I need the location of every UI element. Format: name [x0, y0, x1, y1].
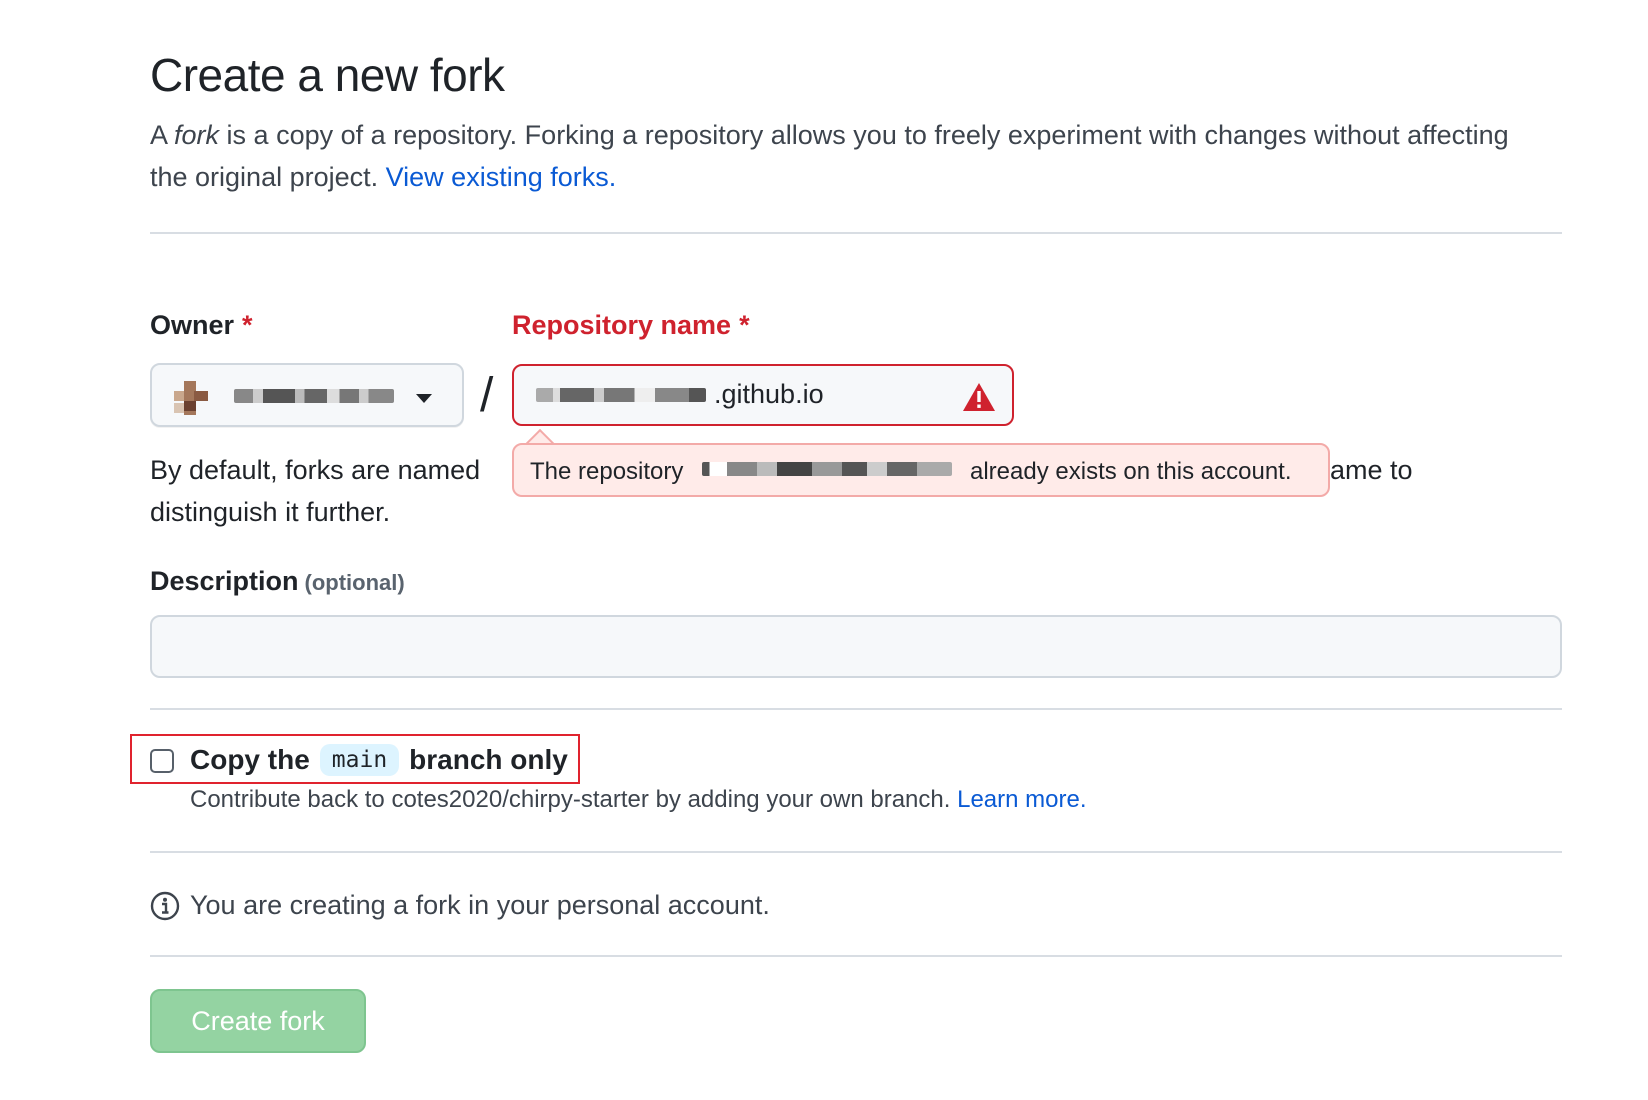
repository-name-redacted — [702, 462, 952, 476]
create-fork-button[interactable]: Create fork — [150, 989, 366, 1053]
optional-tag: (optional) — [304, 570, 405, 595]
owner-name-redacted — [234, 389, 394, 403]
copy-main-branch-checkbox[interactable] — [150, 749, 174, 773]
personal-account-notice: You are creating a fork in your personal… — [150, 890, 770, 921]
copy-branch-label-start: Copy the — [190, 744, 310, 775]
page-title: Create a new fork — [150, 49, 505, 101]
description-label: Description (optional) — [150, 566, 405, 596]
chevron-down-icon — [416, 394, 432, 403]
owner-label: Owner * — [150, 310, 253, 340]
repository-name-label: Repository name * — [512, 310, 750, 340]
copy-branch-help-text: Contribute back to cotes2020/chirpy-star… — [190, 786, 1087, 813]
required-mark: * — [739, 310, 750, 340]
required-mark: * — [242, 310, 253, 340]
view-existing-forks-link[interactable]: View existing forks. — [386, 162, 617, 192]
helper-text-tail: ame to — [1330, 455, 1413, 485]
tooltip-text-start: The repository — [530, 458, 684, 485]
intro-fork-word: fork — [174, 120, 220, 150]
info-icon — [150, 891, 180, 920]
repository-name-suffix: .github.io — [714, 379, 824, 409]
owner-avatar — [174, 381, 208, 415]
repository-name-input[interactable]: .github.io — [512, 364, 1014, 426]
tooltip-text-end: already exists on this account. — [970, 458, 1292, 485]
helper-text-line2: distinguish it further. — [150, 497, 391, 527]
copy-branch-label[interactable]: Copy the main branch only — [190, 744, 568, 776]
repository-name-redacted — [536, 388, 706, 402]
intro-prefix: A — [150, 120, 175, 150]
description-input[interactable] — [150, 615, 1562, 678]
divider — [150, 708, 1562, 710]
copy-branch-label-end: branch only — [409, 744, 568, 775]
owner-repo-separator: / — [480, 369, 494, 422]
personal-account-notice-text: You are creating a fork in your personal… — [190, 890, 770, 920]
learn-more-link[interactable]: Learn more. — [957, 786, 1086, 813]
alert-triangle-icon — [963, 383, 995, 411]
helper-text-start: By default, forks are named — [150, 455, 481, 485]
divider — [150, 851, 1562, 853]
owner-select[interactable] — [150, 363, 464, 427]
page-intro: A fork is a copy of a repository. Forkin… — [150, 114, 1550, 198]
divider — [150, 955, 1562, 957]
branch-name-code: main — [319, 744, 400, 776]
intro-rest: is a copy of a repository. Forking a rep… — [150, 120, 1509, 192]
repository-exists-error-tooltip: The repository already exists on this ac… — [512, 443, 1330, 497]
divider — [150, 232, 1562, 234]
